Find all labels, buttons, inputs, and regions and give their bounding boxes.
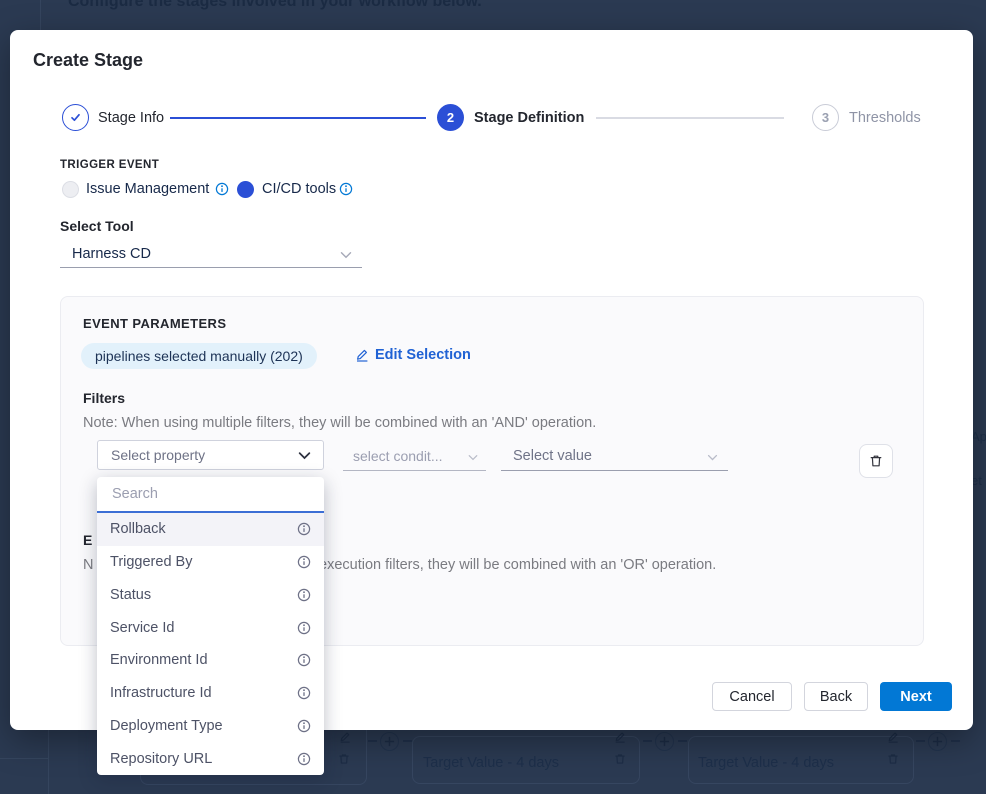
add-stage-icon [380,732,399,751]
trigger-event-label: TRIGGER EVENT [60,159,159,171]
background-sidebar-divider [40,0,41,30]
stepper-connector [170,117,426,119]
option-label: Service Id [110,620,174,636]
filters-note: Note: When using multiple filters, they … [83,415,596,431]
select-condition-dropdown[interactable]: select condit... [343,441,486,471]
pencil-icon [355,348,369,362]
select-value-dropdown[interactable]: Select value [501,441,728,471]
option-label: Triggered By [110,554,192,570]
background-text-fragment: Ap [971,429,986,444]
select-tool-label: Select Tool [60,218,134,234]
search-input[interactable] [110,485,311,503]
screen: Configure the stages involved in your wo… [0,0,986,794]
option-rollback[interactable]: Rollback [97,513,324,546]
add-stage-icon [655,732,674,751]
pencil-icon [887,731,899,743]
delete-filter-button[interactable] [859,444,893,478]
trash-icon [869,454,883,468]
select-condition-placeholder: select condit... [353,441,443,471]
option-label: Infrastructure Id [110,685,212,701]
info-icon[interactable] [297,555,311,569]
cancel-button[interactable]: Cancel [712,682,792,711]
connector-dash [643,740,652,742]
step-complete-indicator[interactable] [62,104,89,131]
radio-cicd-tools[interactable] [237,181,254,198]
connector-dash [916,740,925,742]
check-icon [69,111,82,124]
info-icon[interactable] [215,182,229,196]
option-label: Status [110,587,151,603]
background-page-heading: Configure the stages involved in your wo… [68,0,482,11]
select-value-placeholder: Select value [513,441,592,471]
radio-issue-management[interactable] [62,181,79,198]
option-label: Environment Id [110,652,208,668]
card-label: Target Value - 4 days [698,755,834,771]
info-icon[interactable] [297,522,311,536]
event-parameters-heading: EVENT PARAMETERS [83,316,226,331]
option-status[interactable]: Status [97,579,324,612]
filters-heading: Filters [83,390,125,406]
info-icon[interactable] [297,653,311,667]
step-label-thresholds[interactable]: Thresholds [849,110,921,126]
option-label: Rollback [110,521,166,537]
chevron-down-icon [468,454,478,461]
pencil-icon [614,731,626,743]
trash-icon [887,753,899,765]
info-icon[interactable] [297,588,311,602]
pipelines-selection-pill: pipelines selected manually (202) [81,343,317,369]
card-label: Target Value - 4 days [423,755,559,771]
info-icon[interactable] [297,621,311,635]
property-options-list: Rollback Triggered By Status Service Id … [97,513,324,775]
step-label-stage-info[interactable]: Stage Info [98,110,164,126]
connector-dash [678,740,687,742]
edit-selection-link[interactable]: Edit Selection [355,347,471,363]
background-sidebar-divider [48,730,49,794]
connector-dash [951,740,960,742]
add-stage-icon [928,732,947,751]
radio-label-cicd-tools[interactable]: CI/CD tools [262,181,336,198]
search-field[interactable] [97,477,324,513]
step-upcoming-indicator[interactable]: 3 [812,104,839,131]
background-divider [0,758,48,759]
step-label-stage-definition[interactable]: Stage Definition [474,110,584,126]
info-icon[interactable] [339,182,353,196]
radio-label-issue-management[interactable]: Issue Management [86,181,209,198]
connector-dash [403,740,412,742]
option-deployment-type[interactable]: Deployment Type [97,710,324,743]
step-active-indicator[interactable]: 2 [437,104,464,131]
back-button[interactable]: Back [804,682,868,711]
option-label: Repository URL [110,751,212,767]
select-property-placeholder: Select property [111,441,205,469]
property-options-popover: Rollback Triggered By Status Service Id … [97,477,324,775]
select-tool-value: Harness CD [72,240,151,268]
occluded-section-heading-fragment: E [83,532,92,548]
chevron-down-icon [340,251,352,259]
stepper-connector [596,117,784,119]
connector-dash [368,740,377,742]
option-service-id[interactable]: Service Id [97,611,324,644]
select-tool-dropdown[interactable]: Harness CD [60,240,362,268]
next-button[interactable]: Next [880,682,952,711]
option-label: Deployment Type [110,718,223,734]
edit-selection-label: Edit Selection [375,347,471,363]
trash-icon [614,753,626,765]
option-environment-id[interactable]: Environment Id [97,644,324,677]
info-icon[interactable] [297,686,311,700]
occluded-note-fragment-left: N [83,557,93,573]
pencil-icon [339,731,351,743]
trash-icon [338,753,350,765]
info-icon[interactable] [297,752,311,766]
select-property-dropdown[interactable]: Select property [97,440,324,470]
option-triggered-by[interactable]: Triggered By [97,546,324,579]
occluded-note-fragment-right: execution filters, they will be combined… [319,557,716,573]
option-repository-url[interactable]: Repository URL [97,742,324,775]
modal-title: Create Stage [33,50,143,71]
info-icon[interactable] [297,719,311,733]
chevron-down-icon [298,451,311,460]
option-infrastructure-id[interactable]: Infrastructure Id [97,677,324,710]
chevron-down-icon [707,454,718,461]
